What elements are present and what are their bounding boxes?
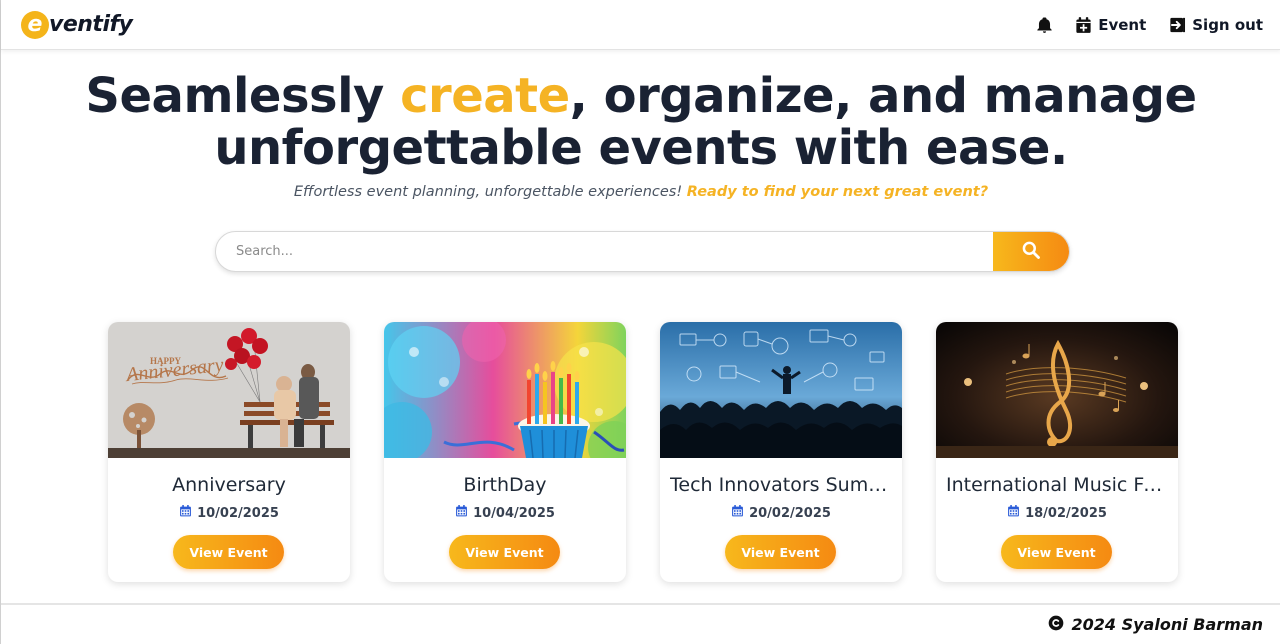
card-date-text: 20/02/2025 — [749, 505, 831, 521]
event-card: Tech Innovators Summit 20/02/2025 View E… — [660, 322, 902, 582]
calendar-icon — [179, 504, 192, 522]
card-date-text: 18/02/2025 — [1025, 505, 1107, 521]
card-title: BirthDay — [463, 474, 547, 496]
brand-logo[interactable]: e ventify — [21, 10, 133, 39]
card-date: 10/04/2025 — [384, 504, 626, 522]
logo-text: ventify — [49, 12, 133, 37]
event-card: HAPPY Anniversary Anniversary 10/02/2025… — [108, 322, 350, 582]
card-date-text: 10/02/2025 — [197, 505, 279, 521]
copyright-text: 2024 Syaloni Barman — [1071, 615, 1263, 634]
calendar-icon — [1007, 504, 1020, 522]
search-input[interactable] — [216, 232, 993, 271]
navbar: e ventify Event Sign out — [1, 0, 1280, 50]
title-part-2: , organize, and manage — [569, 68, 1197, 124]
view-event-button[interactable]: View Event — [725, 535, 836, 569]
sign-out-link[interactable]: Sign out — [1168, 15, 1263, 35]
view-event-button[interactable]: View Event — [173, 535, 284, 569]
nav-event-link[interactable]: Event — [1074, 15, 1146, 35]
event-card: International Music Festival 18/02/2025 … — [936, 322, 1178, 582]
anniversary-image: HAPPY Anniversary — [108, 322, 350, 458]
subtitle-accent: Ready to find your next great event? — [686, 184, 989, 200]
music-festival-image — [936, 322, 1178, 458]
card-title: Tech Innovators Summit — [670, 474, 892, 496]
tech-summit-image — [660, 322, 902, 458]
logo-mark: e — [21, 10, 49, 39]
birthday-image — [384, 322, 626, 458]
copyright: 2024 Syaloni Barman — [1048, 615, 1263, 635]
calendar-plus-icon — [1074, 15, 1093, 35]
search-icon — [1021, 240, 1041, 263]
bell-icon[interactable] — [1035, 15, 1054, 35]
card-title: International Music Festival — [946, 474, 1168, 496]
card-date: 20/02/2025 — [660, 504, 902, 522]
view-event-button[interactable]: View Event — [1001, 535, 1112, 569]
card-date: 18/02/2025 — [936, 504, 1178, 522]
subtitle-text: Effortless event planning, unforgettable… — [293, 184, 687, 200]
title-line-2: unforgettable events with ease. — [214, 120, 1068, 176]
hero-subtitle: Effortless event planning, unforgettable… — [1, 184, 1280, 200]
calendar-icon — [731, 504, 744, 522]
search-bar — [215, 231, 1070, 272]
event-card: BirthDay 10/04/2025 View Event — [384, 322, 626, 582]
title-part-1: Seamlessly — [85, 68, 401, 124]
page-title: Seamlessly create, organize, and manage … — [1, 70, 1280, 174]
view-event-button[interactable]: View Event — [449, 535, 560, 569]
calendar-icon — [455, 504, 468, 522]
footer: 2024 Syaloni Barman — [1, 603, 1280, 644]
sign-out-label: Sign out — [1192, 15, 1263, 34]
sign-out-icon — [1168, 15, 1187, 35]
search-button[interactable] — [993, 232, 1069, 271]
nav-event-label: Event — [1098, 15, 1147, 34]
card-date-text: 10/04/2025 — [473, 505, 555, 521]
copyright-icon — [1048, 615, 1064, 635]
nav-actions: Event Sign out — [1035, 15, 1263, 35]
card-date: 10/02/2025 — [108, 504, 350, 522]
card-title: Anniversary — [172, 474, 286, 496]
title-accent: create — [400, 68, 570, 124]
